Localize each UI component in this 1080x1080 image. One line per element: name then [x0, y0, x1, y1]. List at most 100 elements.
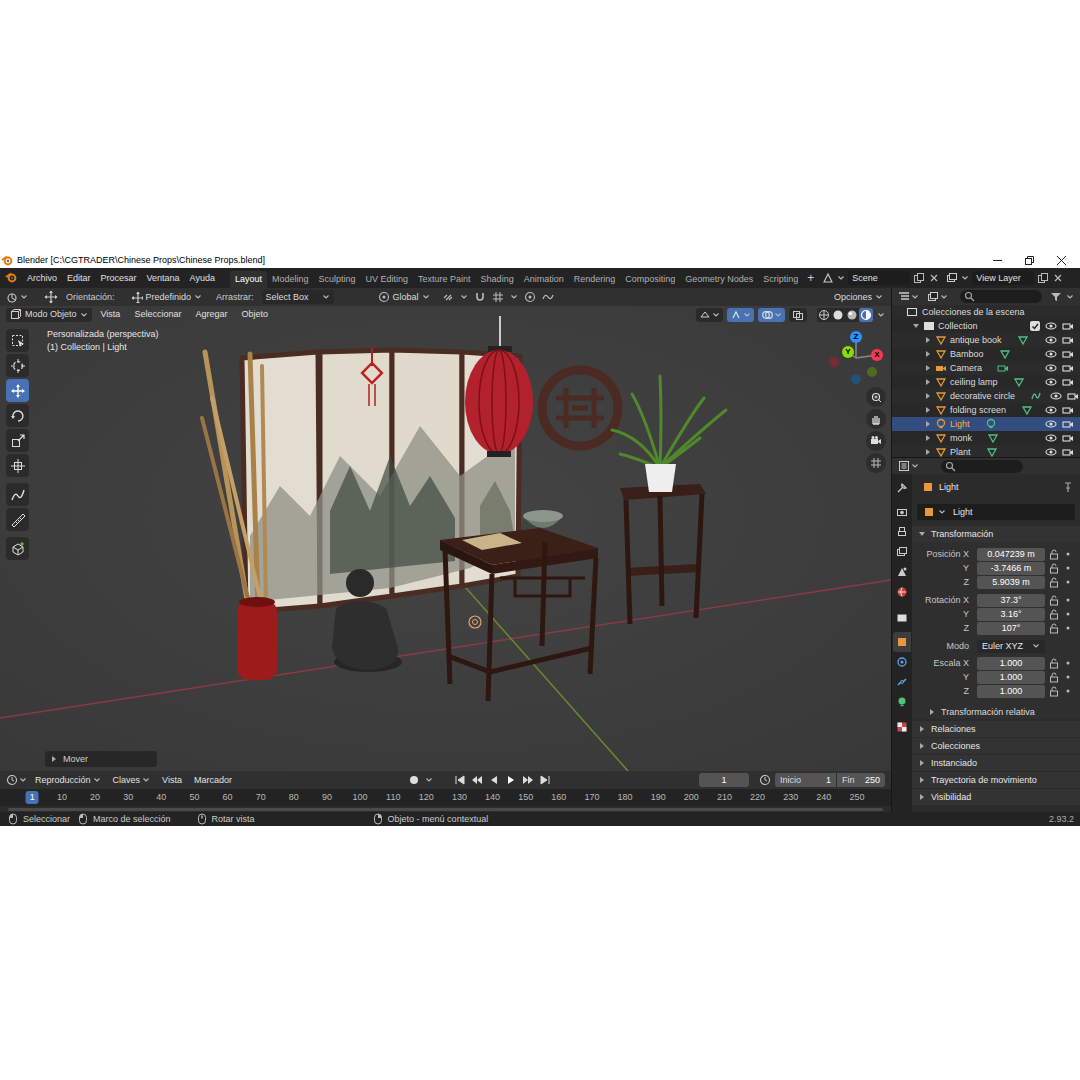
number-field[interactable]: 1.000 — [977, 685, 1045, 698]
eye-icon[interactable] — [1045, 376, 1057, 388]
snap-icon[interactable] — [474, 291, 486, 303]
lock-open-icon[interactable] — [1049, 563, 1059, 574]
eye-icon[interactable] — [1045, 432, 1057, 444]
render-camera-icon[interactable] — [1062, 320, 1074, 332]
outliner-row[interactable]: decorative circle — [892, 389, 1080, 403]
remove-icon[interactable] — [928, 272, 940, 284]
tool-button[interactable] — [6, 379, 29, 402]
remove-icon[interactable] — [1052, 272, 1064, 284]
dropdown-icon[interactable] — [460, 293, 468, 301]
number-field[interactable]: 5.9039 m — [977, 576, 1045, 589]
close-icon[interactable] — [1056, 255, 1067, 266]
outliner-row[interactable]: Bamboo — [892, 347, 1080, 361]
shading-dropdown-icon[interactable] — [877, 311, 885, 319]
shading-mode-button[interactable] — [859, 308, 873, 322]
start-frame-field[interactable]: Inicio1 — [775, 773, 836, 787]
rotation-mode-dropdown[interactable]: Euler XYZ — [977, 640, 1045, 653]
scene-selector-field[interactable]: Scene — [848, 271, 910, 285]
tool-button[interactable] — [6, 454, 29, 477]
viewport-toggle[interactable] — [758, 308, 785, 322]
viewport-toggle[interactable] — [727, 308, 754, 322]
mesh-data-icon[interactable] — [999, 348, 1011, 360]
move-tool-icon[interactable] — [44, 290, 58, 304]
expand-icon[interactable] — [924, 350, 932, 358]
viewport-toggle[interactable] — [696, 308, 723, 322]
eye-icon[interactable] — [1045, 362, 1057, 374]
menu-item[interactable]: Ayuda — [185, 274, 220, 283]
render-camera-icon[interactable] — [1062, 376, 1074, 388]
keyframe-dot-icon[interactable] — [1065, 565, 1071, 571]
dropdown-icon[interactable] — [961, 274, 969, 282]
workspace-tab[interactable]: Texture Paint — [413, 271, 476, 288]
mesh-data-icon[interactable] — [1013, 376, 1025, 388]
eye-icon[interactable] — [1045, 446, 1057, 457]
outliner-row[interactable]: Colecciones de la escena — [892, 305, 1080, 319]
render-camera-icon[interactable] — [1062, 432, 1074, 444]
pin-icon[interactable] — [1062, 481, 1074, 493]
lock-open-icon[interactable] — [1049, 549, 1059, 560]
keyframe-dot-icon[interactable] — [1065, 611, 1071, 617]
outliner-row[interactable]: antique book — [892, 333, 1080, 347]
frame-ruler[interactable]: 1020304050607080901001101201301401501601… — [0, 789, 891, 806]
expand-icon[interactable] — [924, 434, 932, 442]
3d-viewport[interactable]: Modo ObjetoVistaSeleccionarAgregarObjeto… — [0, 306, 891, 771]
tool-button[interactable] — [6, 483, 29, 506]
camera-data-icon[interactable] — [997, 362, 1009, 374]
number-field[interactable]: 1.000 — [977, 671, 1045, 684]
playhead[interactable]: 1 — [26, 791, 39, 804]
properties-tab[interactable] — [893, 717, 911, 737]
number-field[interactable]: -3.7466 m — [977, 562, 1045, 575]
panel-header[interactable]: Colecciones — [912, 738, 1080, 755]
workspace-tab[interactable]: Animation — [519, 271, 569, 288]
exclude-checkbox[interactable] — [1030, 321, 1040, 331]
eye-icon[interactable] — [1050, 390, 1062, 402]
number-field[interactable]: 37.3° — [977, 594, 1045, 607]
navigation-button[interactable] — [866, 453, 886, 473]
workspace-tab[interactable]: Geometry Nodes — [680, 271, 758, 288]
dropdown-icon[interactable] — [510, 293, 518, 301]
menu-item[interactable]: Procesar — [96, 274, 142, 283]
menu-item[interactable]: Editar — [62, 274, 96, 283]
play-icon[interactable] — [505, 774, 517, 786]
scene-selector-type-icon[interactable] — [822, 272, 834, 284]
tool-button[interactable] — [6, 429, 29, 452]
editor-type-button[interactable] — [6, 774, 27, 786]
viewport-toggle[interactable] — [789, 308, 807, 322]
keyframe-dot-icon[interactable] — [1065, 579, 1071, 585]
lock-open-icon[interactable] — [1049, 595, 1059, 606]
display-mode-button[interactable] — [927, 291, 948, 303]
workspace-tab[interactable]: UV Editing — [361, 271, 414, 288]
keyframe-dot-icon[interactable] — [1065, 625, 1071, 631]
properties-tab[interactable] — [893, 542, 911, 562]
render-camera-icon[interactable] — [1062, 446, 1074, 457]
expand-icon[interactable] — [924, 420, 932, 428]
panel-header[interactable]: Trayectoria de movimiento — [912, 772, 1080, 789]
timeline-menu[interactable]: Vista — [158, 776, 186, 785]
workspace-tab[interactable]: Layout — [230, 271, 267, 288]
mesh-data-icon[interactable] — [986, 446, 998, 457]
view-layer-selector-field[interactable]: View Layer — [972, 271, 1034, 285]
duplicate-icon[interactable] — [913, 272, 925, 284]
keyframe-dot-icon[interactable] — [1065, 688, 1071, 694]
properties-tab[interactable] — [893, 608, 911, 628]
restore-icon[interactable] — [1024, 255, 1035, 266]
properties-tab[interactable] — [893, 562, 911, 582]
keyframe-dot-icon[interactable] — [1065, 551, 1071, 557]
drag-dropdown[interactable]: Select Box — [262, 290, 334, 304]
keyframe-dot-icon[interactable] — [1065, 674, 1071, 680]
gizmo-axis[interactable]: Y — [842, 346, 854, 358]
render-camera-icon[interactable] — [1062, 418, 1074, 430]
tool-button[interactable] — [6, 329, 29, 352]
viewport-menu[interactable]: Objeto — [236, 310, 273, 319]
outliner-row[interactable]: ceiling lamp — [892, 375, 1080, 389]
workspace-tab[interactable]: Shading — [476, 271, 519, 288]
properties-tab[interactable] — [893, 652, 911, 672]
expand-icon[interactable] — [924, 336, 932, 344]
eye-icon[interactable] — [1045, 404, 1057, 416]
outliner-row[interactable]: Camera — [892, 361, 1080, 375]
properties-tab[interactable] — [893, 522, 911, 542]
expand-icon[interactable] — [924, 364, 932, 372]
viewport-menu[interactable]: Seleccionar — [129, 310, 186, 319]
outliner-row[interactable]: folding screen — [892, 403, 1080, 417]
lock-open-icon[interactable] — [1049, 658, 1059, 669]
